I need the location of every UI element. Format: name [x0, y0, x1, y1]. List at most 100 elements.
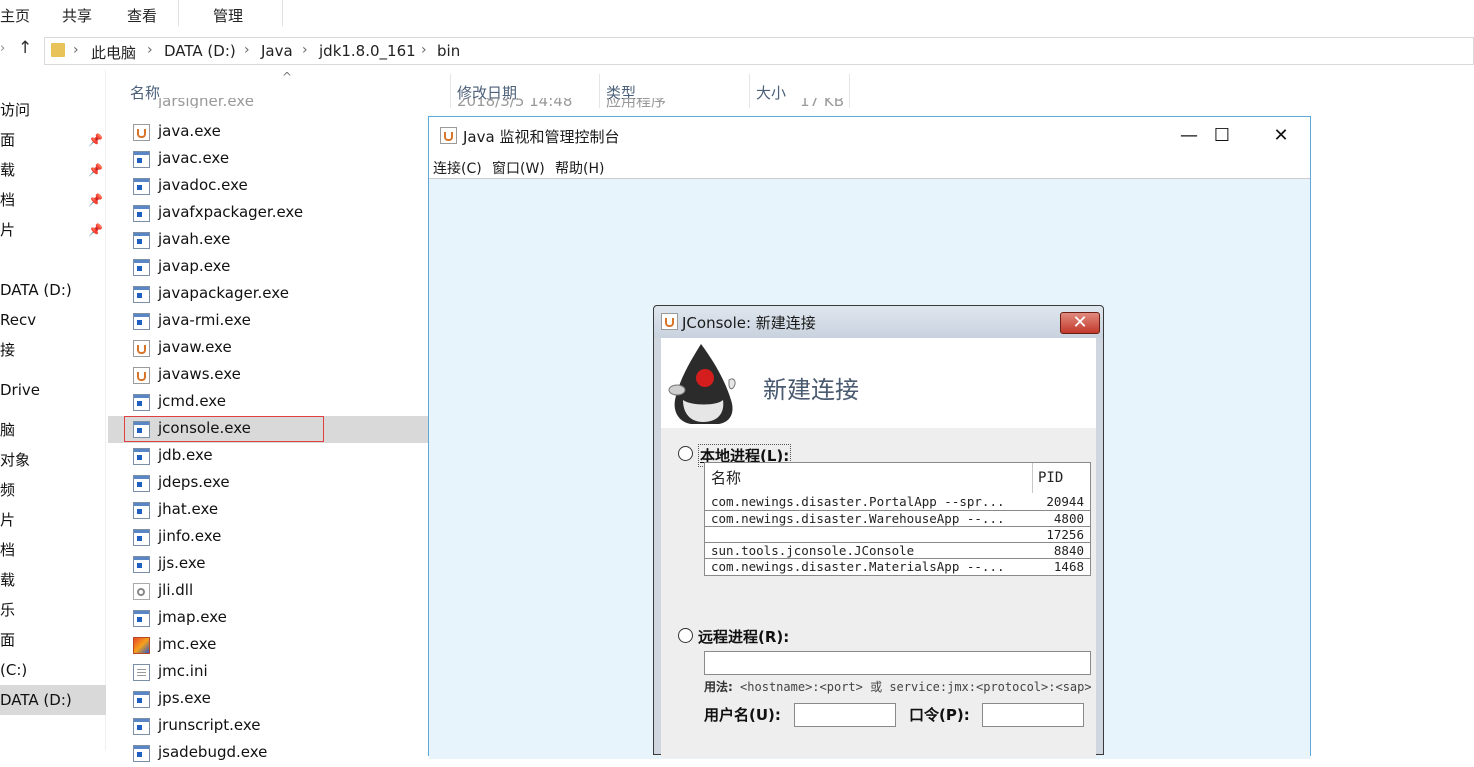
file-name: javac.exe [158, 149, 230, 167]
column-divider[interactable] [599, 74, 600, 108]
nav-item[interactable]: DATA (D:) [0, 275, 106, 305]
process-row[interactable]: 17256 [705, 526, 1090, 542]
nav-item[interactable]: 面 [0, 625, 106, 655]
nav-item[interactable]: 片 [0, 505, 106, 535]
column-divider[interactable] [749, 74, 750, 108]
file-row[interactable]: jmc.ini [108, 659, 428, 686]
column-divider[interactable] [450, 74, 451, 108]
nav-item[interactable]: 载 📌 [0, 155, 106, 185]
dialog-close-button[interactable]: ✕ [1060, 312, 1100, 334]
dialog-titlebar[interactable]: JConsole: 新建连接 ✕ [654, 306, 1103, 338]
nav-item[interactable]: 脑 [0, 415, 106, 445]
process-pid: 4800 [1053, 511, 1084, 526]
breadcrumb-data-d[interactable]: DATA (D:) [164, 42, 236, 60]
menu-window[interactable]: 窗口(W) [492, 158, 545, 178]
column-divider[interactable] [849, 74, 850, 108]
column-header-size[interactable]: 大小 [756, 82, 786, 103]
process-row[interactable]: com.newings.disaster.WarehouseApp --... 4… [705, 510, 1090, 526]
file-row[interactable]: jdb.exe [108, 443, 428, 470]
pin-icon[interactable]: 📌 [88, 185, 103, 215]
nav-item[interactable]: 对象 [0, 445, 106, 475]
nav-item[interactable]: 档 📌 [0, 185, 106, 215]
file-row[interactable]: java-rmi.exe [108, 308, 428, 335]
exe-icon [133, 259, 150, 276]
file-row[interactable]: jsadebugd.exe [108, 740, 428, 767]
menu-help[interactable]: 帮助(H) [555, 158, 604, 178]
exe-icon [133, 610, 150, 627]
file-row[interactable]: jli.dll [108, 578, 428, 605]
process-row[interactable]: com.newings.disaster.MaterialsApp --... 1… [705, 558, 1090, 574]
file-name: jli.dll [158, 581, 194, 599]
nav-item[interactable]: 访问 [0, 95, 106, 125]
remote-process-input[interactable] [704, 651, 1091, 675]
nav-item[interactable]: 档 [0, 535, 106, 565]
menu-connection[interactable]: 连接(C) [433, 158, 482, 178]
nav-item[interactable]: 载 [0, 565, 106, 595]
tab-manage[interactable]: 管理 [213, 5, 243, 26]
pin-icon[interactable]: 📌 [88, 215, 103, 245]
breadcrumb-this-pc[interactable]: 此电脑 [91, 42, 136, 63]
breadcrumb-java[interactable]: Java [261, 42, 293, 60]
table-header-name[interactable]: 名称 [711, 463, 741, 493]
file-row[interactable]: javaws.exe [108, 362, 428, 389]
file-row[interactable]: jhat.exe [108, 497, 428, 524]
file-row[interactable]: jrunscript.exe [108, 713, 428, 740]
exe-icon [133, 502, 150, 519]
tab-view[interactable]: 查看 [127, 5, 157, 26]
process-row[interactable]: com.newings.disaster.PortalApp --spr... 2… [705, 494, 1090, 510]
java-icon [133, 124, 150, 141]
file-row[interactable]: jinfo.exe [108, 524, 428, 551]
file-row[interactable]: jps.exe [108, 686, 428, 713]
file-row[interactable]: javap.exe [108, 254, 428, 281]
nav-item-label: 脑 [0, 421, 16, 439]
window-title: Java 监视和管理控制台 [463, 128, 620, 146]
nav-item[interactable]: Drive [0, 375, 106, 405]
forward-arrow-icon[interactable]: › [0, 41, 5, 56]
file-name: java.exe [158, 122, 221, 140]
password-input[interactable] [982, 703, 1084, 727]
file-name: javafxpackager.exe [158, 203, 304, 221]
table-header-pid[interactable]: PID [1038, 463, 1063, 493]
pin-icon[interactable]: 📌 [88, 125, 103, 155]
local-process-radio[interactable] [678, 446, 693, 461]
nav-item-selected[interactable]: DATA (D:) [0, 685, 106, 715]
file-row[interactable]: jcmd.exe [108, 389, 428, 416]
column-header-name[interactable]: 名称 [130, 82, 160, 103]
file-row[interactable]: javah.exe [108, 227, 428, 254]
remote-process-label[interactable]: 远程进程(R): [698, 626, 789, 647]
nav-item[interactable]: 接 [0, 335, 106, 365]
file-row[interactable]: javadoc.exe [108, 173, 428, 200]
file-row[interactable]: java.exe [108, 119, 428, 146]
file-row[interactable]: javaw.exe [108, 335, 428, 362]
pin-icon[interactable]: 📌 [88, 155, 103, 185]
file-name: javap.exe [158, 257, 231, 275]
file-row[interactable]: jmc.exe [108, 632, 428, 659]
exe-icon [133, 313, 150, 330]
tab-home[interactable]: 主页 [0, 5, 30, 26]
java-cup-icon [440, 127, 457, 144]
nav-item[interactable]: Recv [0, 305, 106, 335]
maximize-button[interactable]: ☐ [1202, 123, 1242, 149]
address-bar[interactable]: › 此电脑 › DATA (D:) › Java › jdk1.8.0_161 … [44, 37, 1474, 65]
nav-item[interactable]: 面 📌 [0, 125, 106, 155]
folder-icon [51, 43, 65, 57]
file-row[interactable]: javac.exe [108, 146, 428, 173]
up-arrow-icon[interactable]: ↑ [18, 38, 32, 58]
remote-process-radio[interactable] [678, 628, 693, 643]
process-row[interactable]: sun.tools.jconsole.JConsole 8840 [705, 542, 1090, 558]
nav-item[interactable]: 乐 [0, 595, 106, 625]
breadcrumb-jdk[interactable]: jdk1.8.0_161 [319, 42, 416, 60]
nav-item[interactable]: 片 📌 [0, 215, 106, 245]
file-row[interactable]: jjs.exe [108, 551, 428, 578]
nav-item[interactable]: 频 [0, 475, 106, 505]
username-input[interactable] [794, 703, 896, 727]
nav-item[interactable]: (C:) [0, 655, 106, 685]
file-row[interactable]: jmap.exe [108, 605, 428, 632]
close-button[interactable]: ✕ [1261, 123, 1301, 149]
breadcrumb-bin[interactable]: bin [437, 42, 460, 60]
file-row[interactable]: jdeps.exe [108, 470, 428, 497]
window-titlebar[interactable]: Java 监视和管理控制台 — ☐ ✕ [429, 117, 1310, 155]
file-row[interactable]: javapackager.exe [108, 281, 428, 308]
tab-share[interactable]: 共享 [62, 5, 92, 26]
file-row[interactable]: javafxpackager.exe [108, 200, 428, 227]
